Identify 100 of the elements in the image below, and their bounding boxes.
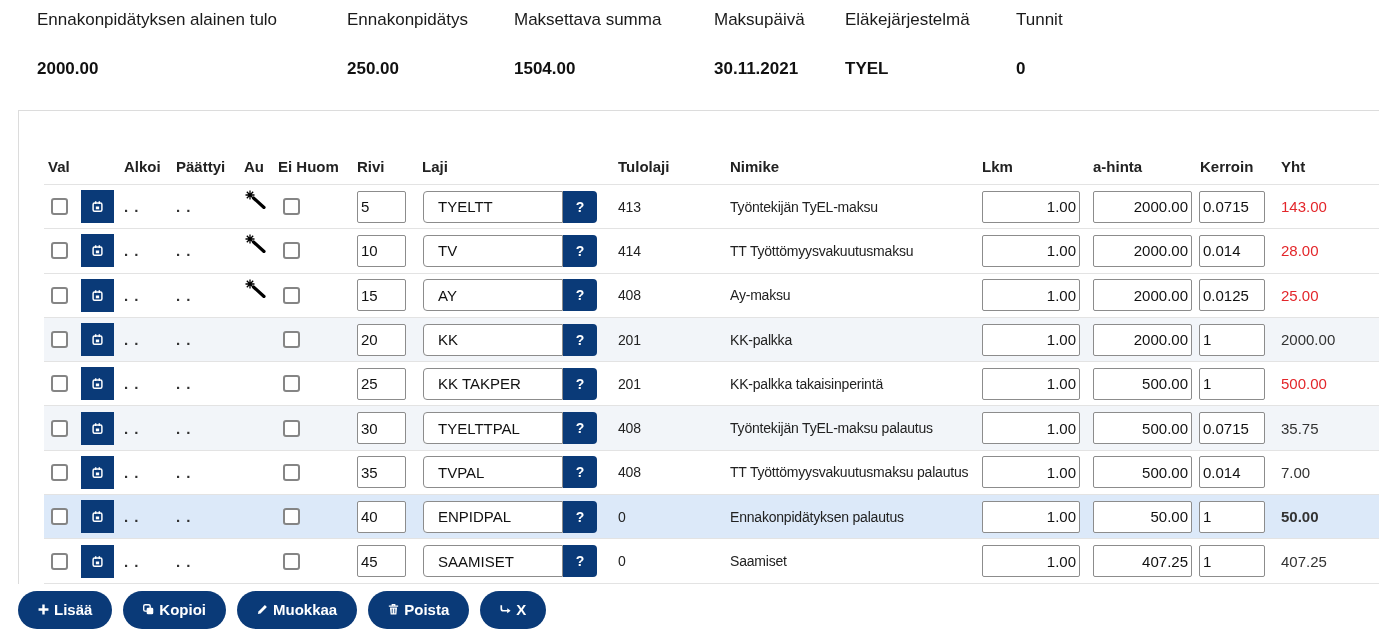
calendar-button[interactable] <box>81 190 114 224</box>
row-number-field[interactable]: 35 <box>357 456 406 489</box>
lookup-button[interactable]: ? <box>563 190 597 223</box>
total-amount: 407.25 <box>1281 552 1327 570</box>
delete-button[interactable]: Poista <box>368 590 470 629</box>
column-header: Kerroin <box>1200 157 1254 175</box>
multiplier-field[interactable]: 0.014 <box>1199 456 1265 489</box>
calendar-button[interactable] <box>81 544 114 578</box>
total-amount: 25.00 <box>1281 286 1319 304</box>
row-checkbox[interactable] <box>51 508 68 526</box>
income-type-code: 414 <box>618 242 641 259</box>
unit-price-field[interactable]: 500.00 <box>1093 412 1192 445</box>
calendar-button[interactable] <box>81 323 114 357</box>
lookup-button[interactable]: ? <box>563 545 597 577</box>
lookup-button[interactable]: ? <box>563 412 597 445</box>
item-name: Työntekijän TyEL-maksu <box>730 198 878 215</box>
multiplier-field[interactable]: 1 <box>1199 367 1265 400</box>
curved-arrow-icon <box>500 604 512 616</box>
ignore-checkbox[interactable] <box>283 552 300 570</box>
ignore-checkbox[interactable] <box>283 463 300 481</box>
column-header: Rivi <box>357 157 385 175</box>
calendar-button[interactable] <box>81 234 114 268</box>
row-number-field[interactable]: 40 <box>357 500 406 533</box>
multiplier-field[interactable]: 1 <box>1199 545 1265 577</box>
row-number-field[interactable]: 5 <box>357 190 406 223</box>
unit-price-field[interactable]: 2000.00 <box>1093 190 1192 223</box>
type-field[interactable]: SAAMISET <box>423 545 563 577</box>
row-checkbox[interactable] <box>51 463 68 481</box>
quantity-field[interactable]: 1.00 <box>982 456 1080 489</box>
lookup-button[interactable]: ? <box>563 500 597 533</box>
type-field[interactable]: AY <box>423 279 563 312</box>
row-checkbox[interactable] <box>51 286 68 304</box>
ignore-checkbox[interactable] <box>283 375 300 393</box>
ignore-checkbox[interactable] <box>283 242 300 260</box>
ignore-checkbox[interactable] <box>283 331 300 349</box>
unit-price-field[interactable]: 500.00 <box>1093 367 1192 400</box>
row-checkbox[interactable] <box>51 242 68 260</box>
row-number-field[interactable]: 25 <box>357 367 406 400</box>
calendar-button[interactable] <box>81 500 114 534</box>
x-button[interactable]: X <box>480 590 547 629</box>
lookup-button[interactable]: ? <box>563 234 597 267</box>
type-field[interactable]: TV <box>423 234 563 267</box>
table-row[interactable]: . . . . 30 TYELTTPAL ? 408 Työntekijän TyEL-maksu palautus 1.00 500.00 0.0715 35.75 <box>44 406 1379 451</box>
quantity-field[interactable]: 1.00 <box>982 190 1080 223</box>
calendar-button[interactable] <box>81 455 114 489</box>
start-date-text: . . <box>124 463 140 481</box>
add-button[interactable]: Lisää <box>18 590 113 629</box>
row-checkbox[interactable] <box>51 331 68 349</box>
type-field[interactable]: ENPIDPAL <box>423 500 563 533</box>
unit-price-field[interactable]: 2000.00 <box>1093 279 1192 312</box>
lookup-button[interactable]: ? <box>563 367 597 400</box>
row-number-field[interactable]: 15 <box>357 279 406 312</box>
unit-price-field[interactable]: 500.00 <box>1093 456 1192 489</box>
calendar-button[interactable] <box>81 367 114 401</box>
calendar-icon <box>92 245 103 257</box>
copy-button[interactable]: Kopioi <box>123 590 226 629</box>
multiplier-field[interactable]: 1 <box>1199 323 1265 356</box>
calendar-button[interactable] <box>81 411 114 445</box>
quantity-field[interactable]: 1.00 <box>982 545 1080 577</box>
row-number-field[interactable]: 10 <box>357 234 406 267</box>
multiplier-field[interactable]: 0.0715 <box>1199 412 1265 445</box>
type-field[interactable]: TVPAL <box>423 456 563 489</box>
lookup-button[interactable]: ? <box>563 323 597 356</box>
lookup-button[interactable]: ? <box>563 456 597 489</box>
quantity-field[interactable]: 1.00 <box>982 500 1080 533</box>
lookup-button[interactable]: ? <box>563 279 597 312</box>
type-field[interactable]: TYELTTPAL <box>423 412 563 445</box>
row-number-field[interactable]: 30 <box>357 412 406 445</box>
quantity-field[interactable]: 1.00 <box>982 279 1080 312</box>
table-row[interactable]: . . . . 40 ENPIDPAL ? 0 Ennakonpidätyksen palautus 1.00 50.00 1 50.00 <box>44 495 1379 540</box>
row-number-field[interactable]: 45 <box>357 545 406 577</box>
ignore-checkbox[interactable] <box>283 198 300 216</box>
quantity-field[interactable]: 1.00 <box>982 234 1080 267</box>
row-number-field[interactable]: 20 <box>357 323 406 356</box>
unit-price-field[interactable]: 2000.00 <box>1093 323 1192 356</box>
calendar-button[interactable] <box>81 278 114 312</box>
multiplier-field[interactable]: 0.0125 <box>1199 279 1265 312</box>
ignore-checkbox[interactable] <box>283 508 300 526</box>
type-field[interactable]: TYELTT <box>423 190 563 223</box>
ignore-checkbox[interactable] <box>283 419 300 437</box>
unit-price-field[interactable]: 50.00 <box>1093 500 1192 533</box>
quantity-field[interactable]: 1.00 <box>982 323 1080 356</box>
multiplier-field[interactable]: 0.0715 <box>1199 190 1265 223</box>
unit-price-field[interactable]: 407.25 <box>1093 545 1192 577</box>
type-field[interactable]: KK TAKPER <box>423 367 563 400</box>
row-checkbox[interactable] <box>51 419 68 437</box>
type-field[interactable]: KK <box>423 323 563 356</box>
edit-button[interactable]: Muokkaa <box>237 590 358 629</box>
multiplier-field[interactable]: 0.014 <box>1199 234 1265 267</box>
ignore-checkbox[interactable] <box>283 286 300 304</box>
multiplier-field[interactable]: 1 <box>1199 500 1265 533</box>
start-date-text: . . <box>124 286 140 304</box>
row-checkbox[interactable] <box>51 552 68 570</box>
row-checkbox[interactable] <box>51 198 68 216</box>
quantity-field[interactable]: 1.00 <box>982 367 1080 400</box>
item-name: TT Työttömyysvakuutusmaksu palautus <box>730 464 969 481</box>
table-row[interactable]: . . . . 20 KK ? 201 KK-palkka 1.00 2000.00 1 2000.00 <box>44 317 1379 363</box>
row-checkbox[interactable] <box>51 375 68 393</box>
quantity-field[interactable]: 1.00 <box>982 412 1080 445</box>
unit-price-field[interactable]: 2000.00 <box>1093 234 1192 267</box>
